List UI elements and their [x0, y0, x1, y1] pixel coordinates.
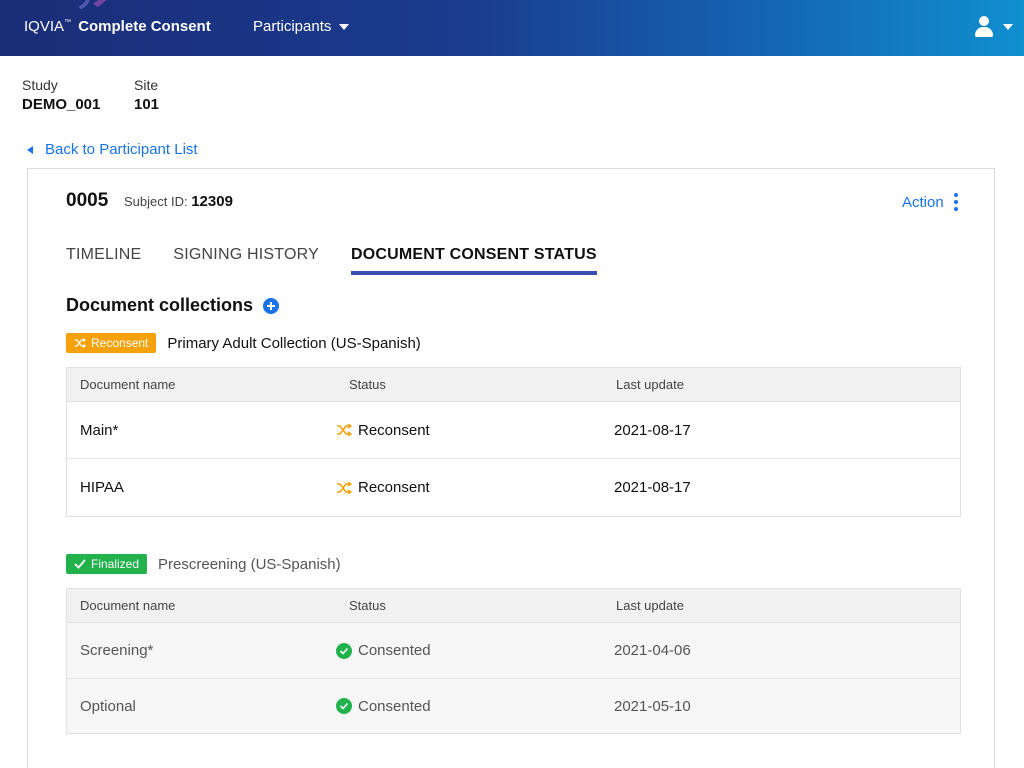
document-status: Reconsent — [336, 422, 603, 439]
document-status: Consented — [336, 642, 603, 659]
status-label: Reconsent — [358, 479, 430, 496]
tab-document-consent-status[interactable]: DOCUMENT CONSENT STATUS — [350, 246, 597, 275]
kebab-menu-icon — [953, 193, 958, 211]
document-collections-title: Document collections — [66, 295, 254, 315]
table-row[interactable]: Screening* Consented 2021-04-06 — [67, 623, 960, 679]
site-info: Site 101 — [134, 77, 159, 113]
status-badge: Reconsent — [66, 333, 157, 353]
study-value: DEMO_001 — [22, 96, 101, 113]
status-badge: Finalized — [66, 554, 148, 574]
participant-tabs: TIMELINE SIGNING HISTORY DOCUMENT CONSEN… — [66, 246, 629, 275]
document-status: Consented — [336, 698, 603, 715]
tab-timeline[interactable]: TIMELINE — [66, 246, 141, 275]
chevron-down-icon — [1003, 24, 1013, 30]
col-status: Status — [349, 598, 386, 613]
site-value: 101 — [134, 96, 160, 113]
top-bar: IQVIA™ Complete Consent Participants — [0, 0, 1024, 56]
checkmark-icon — [74, 559, 86, 569]
add-collection-icon[interactable] — [263, 297, 280, 314]
table-header: Document name Status Last update — [67, 589, 960, 623]
collection-header: Finalized Prescreening (US-Spanish) — [66, 554, 341, 574]
brand-iqvia: IQVIA — [24, 18, 65, 35]
table-row[interactable]: HIPAA Reconsent 2021-08-17 — [67, 459, 960, 516]
brand-trademark: ™ — [64, 19, 72, 26]
table-row[interactable]: Optional Consented 2021-05-10 — [67, 679, 960, 733]
documents-table: Document name Status Last update Main* R… — [66, 367, 961, 517]
subject-id-label: Subject ID: — [124, 194, 188, 209]
status-badge-label: Finalized — [91, 557, 140, 571]
document-name: Screening* — [80, 642, 154, 659]
last-update: 2021-04-06 — [614, 642, 691, 659]
document-name: Optional — [80, 697, 136, 715]
action-label: Action — [902, 193, 944, 211]
status-label: Consented — [358, 697, 431, 715]
participant-card: 0005 Subject ID: 12309 Action TIMELINE S… — [27, 168, 995, 768]
subject-id: Subject ID: 12309 — [124, 193, 233, 210]
shuffle-icon — [337, 481, 352, 494]
check-circle-icon — [336, 698, 352, 714]
last-update: 2021-08-17 — [614, 479, 691, 496]
status-badge-label: Reconsent — [91, 336, 149, 350]
collection-header: Reconsent Primary Adult Collection (US-S… — [66, 333, 421, 353]
document-collections-heading: Document collections — [66, 295, 280, 316]
study-label: Study — [22, 77, 58, 93]
participants-menu[interactable]: Participants — [253, 18, 350, 35]
table-header: Document name Status Last update — [67, 368, 960, 402]
brand-product-name: Complete Consent — [78, 18, 211, 35]
last-update: 2021-08-17 — [614, 421, 691, 439]
participants-menu-label: Participants — [253, 18, 332, 35]
last-update: 2021-05-10 — [614, 697, 691, 715]
collection-name: Prescreening (US-Spanish) — [158, 555, 341, 573]
document-name: HIPAA — [80, 479, 124, 496]
document-name: Main* — [80, 421, 119, 439]
action-menu-button[interactable]: Action — [902, 193, 958, 211]
col-last-update: Last update — [616, 377, 684, 392]
user-icon — [974, 16, 994, 38]
table-row[interactable]: Main* Reconsent 2021-08-17 — [67, 402, 960, 459]
col-document-name: Document name — [80, 598, 176, 613]
tab-signing-history[interactable]: SIGNING HISTORY — [173, 246, 319, 275]
collection-name: Primary Adult Collection (US-Spanish) — [167, 334, 421, 352]
app-brand[interactable]: IQVIA™ Complete Consent — [24, 18, 211, 35]
status-label: Consented — [358, 642, 431, 659]
user-menu[interactable] — [974, 16, 1013, 38]
check-circle-icon — [336, 642, 352, 659]
chevron-down-icon — [339, 23, 350, 30]
shuffle-icon — [337, 424, 352, 436]
col-last-update: Last update — [616, 598, 684, 613]
caret-left-icon — [27, 145, 33, 154]
back-link-label: Back to Participant List — [45, 141, 198, 158]
status-label: Reconsent — [358, 421, 430, 439]
shuffle-icon — [74, 338, 86, 348]
col-document-name: Document name — [80, 377, 176, 392]
subject-id-value: 12309 — [191, 193, 233, 210]
back-to-participant-list-link[interactable]: Back to Participant List — [27, 141, 198, 158]
col-status: Status — [349, 377, 386, 392]
document-status: Reconsent — [336, 479, 603, 496]
participant-number: 0005 — [66, 190, 109, 211]
documents-table: Document name Status Last update Screeni… — [66, 588, 961, 734]
study-info: Study DEMO_001 — [22, 77, 100, 113]
site-label: Site — [134, 77, 159, 93]
